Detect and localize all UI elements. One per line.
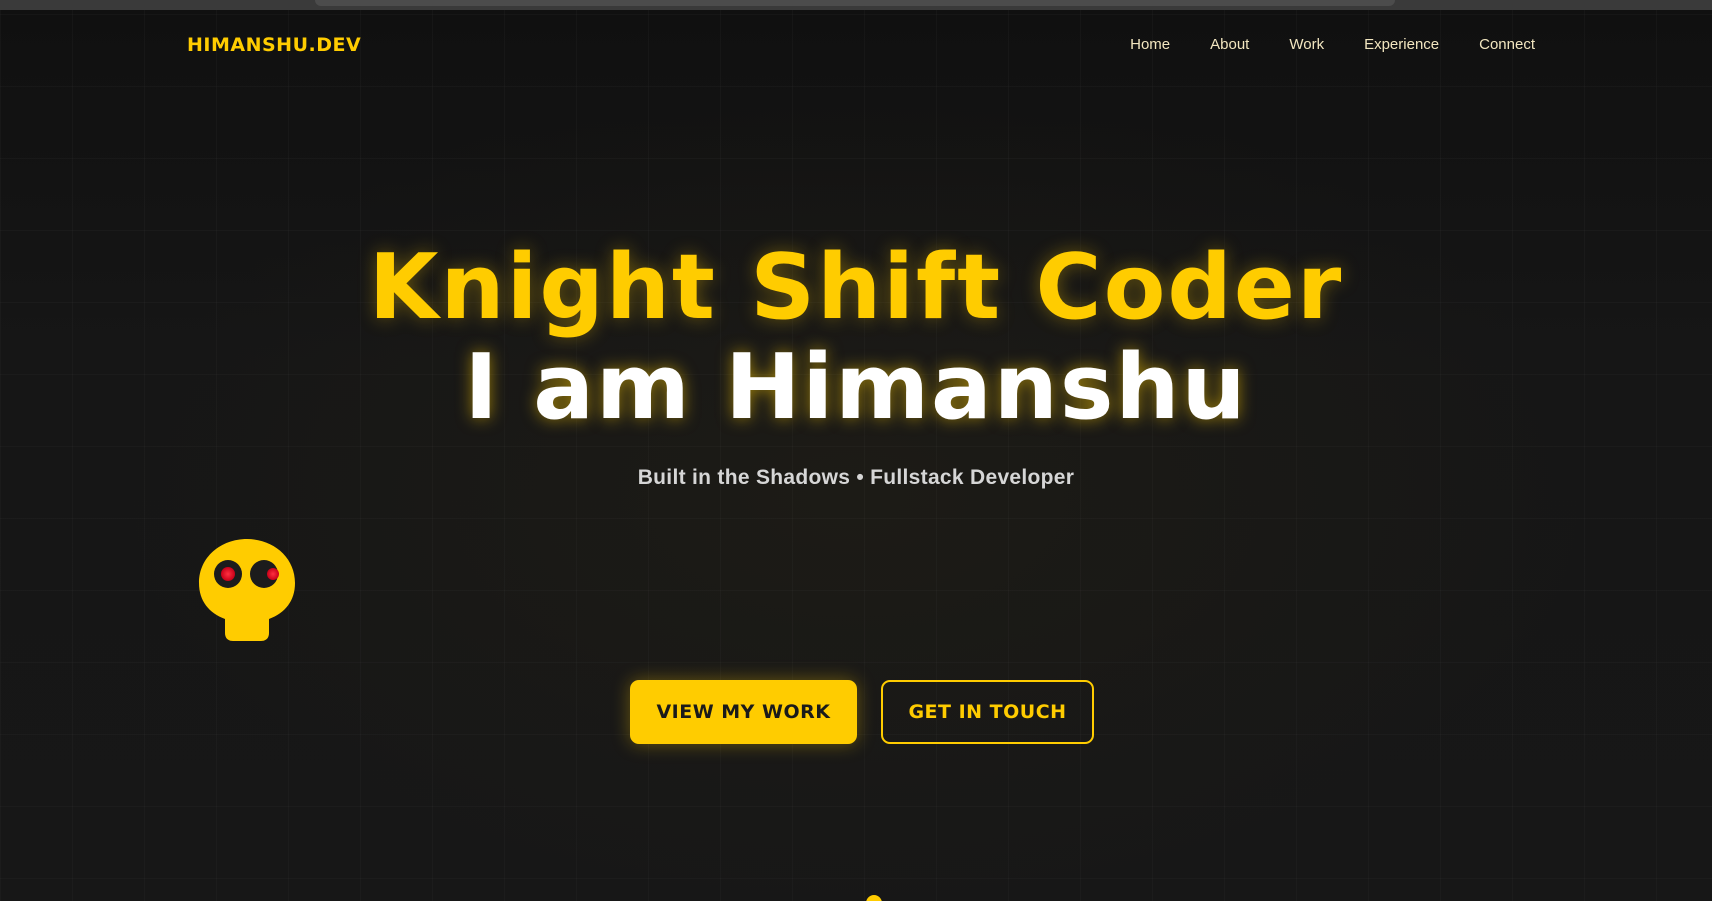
scroll-indicator-icon[interactable]	[866, 895, 882, 901]
view-my-work-button[interactable]: VIEW MY WORK	[630, 680, 857, 744]
horizontal-scrollbar[interactable]	[315, 0, 1395, 6]
nav-link-experience[interactable]: Experience	[1364, 36, 1439, 53]
brand-logo[interactable]: HIMANSHU.DEV	[187, 34, 361, 56]
get-in-touch-button[interactable]: GET IN TOUCH	[881, 680, 1094, 744]
skull-mascot-icon	[197, 537, 297, 643]
hero-title-line1: Knight Shift Coder	[368, 235, 1344, 340]
background-grid	[0, 0, 1712, 901]
nav-link-about[interactable]: About	[1210, 36, 1249, 53]
hero-subtitle: Built in the Shadows • Fullstack Develop…	[637, 466, 1075, 489]
browser-top-strip	[0, 0, 1712, 10]
nav-link-connect[interactable]: Connect	[1479, 36, 1535, 53]
navbar: HIMANSHU.DEV Home About Work Experience …	[0, 10, 1712, 82]
nav-link-work[interactable]: Work	[1289, 36, 1324, 53]
hero-title-line2: I am Himanshu	[464, 335, 1248, 440]
nav-link-home[interactable]: Home	[1130, 36, 1170, 53]
nav-links: Home About Work Experience Connect	[1090, 36, 1535, 53]
page: HIMANSHU.DEV Home About Work Experience …	[0, 0, 1712, 901]
